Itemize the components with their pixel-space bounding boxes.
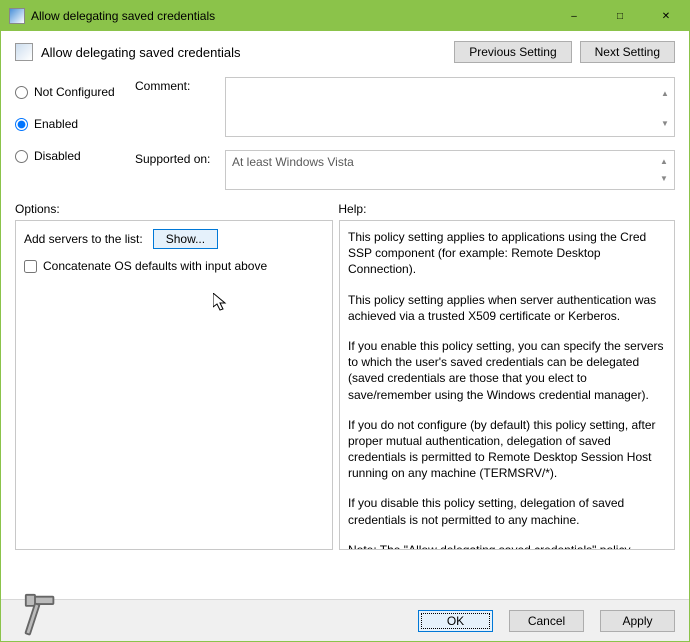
page-title: Allow delegating saved credentials	[41, 45, 446, 60]
dialog-footer: OK Cancel Apply	[1, 599, 689, 641]
window-title: Allow delegating saved credentials	[31, 9, 551, 23]
help-paragraph: If you disable this policy setting, dele…	[348, 495, 666, 527]
scroll-down-icon[interactable]: ▼	[656, 170, 672, 187]
radio-enabled-label: Enabled	[34, 117, 78, 131]
cancel-button[interactable]: Cancel	[509, 610, 584, 632]
help-paragraph: Note: The "Allow delegating saved creden…	[348, 542, 666, 550]
radio-disabled-label: Disabled	[34, 149, 81, 163]
radio-not-configured[interactable]: Not Configured	[15, 85, 135, 99]
concat-checkbox-label: Concatenate OS defaults with input above	[43, 259, 267, 273]
concat-checkbox-row[interactable]: Concatenate OS defaults with input above	[24, 259, 324, 273]
show-button[interactable]: Show...	[153, 229, 218, 249]
help-paragraph: This policy setting applies to applicati…	[348, 229, 666, 278]
apply-button[interactable]: Apply	[600, 610, 675, 632]
scroll-up-icon[interactable]: ▲	[657, 79, 673, 109]
radio-disabled-input[interactable]	[15, 150, 28, 163]
radio-enabled-input[interactable]	[15, 118, 28, 131]
help-label: Help:	[338, 202, 661, 216]
policy-icon	[15, 43, 33, 61]
supported-on-value: At least Windows Vista	[232, 155, 354, 169]
radio-not-configured-input[interactable]	[15, 86, 28, 99]
supported-on-field: At least Windows Vista ▲ ▼	[225, 150, 675, 190]
comment-field[interactable]	[225, 77, 675, 137]
minimize-button[interactable]: –	[551, 1, 597, 31]
previous-setting-button[interactable]: Previous Setting	[454, 41, 571, 63]
state-radio-group: Not Configured Enabled Disabled	[15, 77, 135, 190]
scroll-up-icon[interactable]: ▲	[656, 153, 672, 170]
options-pane: Add servers to the list: Show... Concate…	[15, 220, 333, 550]
radio-disabled[interactable]: Disabled	[15, 149, 135, 163]
concat-checkbox[interactable]	[24, 260, 37, 273]
close-button[interactable]: ✕	[643, 1, 689, 31]
next-setting-button[interactable]: Next Setting	[580, 41, 675, 63]
ok-button[interactable]: OK	[418, 610, 493, 632]
window-controls: – □ ✕	[551, 1, 689, 31]
help-paragraph: If you do not configure (by default) thi…	[348, 417, 666, 482]
scroll-down-icon[interactable]: ▼	[657, 109, 673, 139]
radio-enabled[interactable]: Enabled	[15, 117, 135, 131]
radio-not-configured-label: Not Configured	[34, 85, 115, 99]
maximize-button[interactable]: □	[597, 1, 643, 31]
help-paragraph: This policy setting applies when server …	[348, 292, 666, 324]
add-servers-label: Add servers to the list:	[24, 232, 143, 246]
help-pane[interactable]: This policy setting applies to applicati…	[339, 220, 675, 550]
options-label: Options:	[15, 202, 338, 216]
help-paragraph: If you enable this policy setting, you c…	[348, 338, 666, 403]
supported-on-label: Supported on:	[135, 150, 225, 190]
comment-label: Comment:	[135, 77, 225, 140]
comment-scrollbar[interactable]: ▲ ▼	[657, 79, 673, 138]
supported-on-scrollbar[interactable]: ▲ ▼	[656, 153, 672, 187]
app-icon	[9, 8, 25, 24]
titlebar: Allow delegating saved credentials – □ ✕	[1, 1, 689, 31]
